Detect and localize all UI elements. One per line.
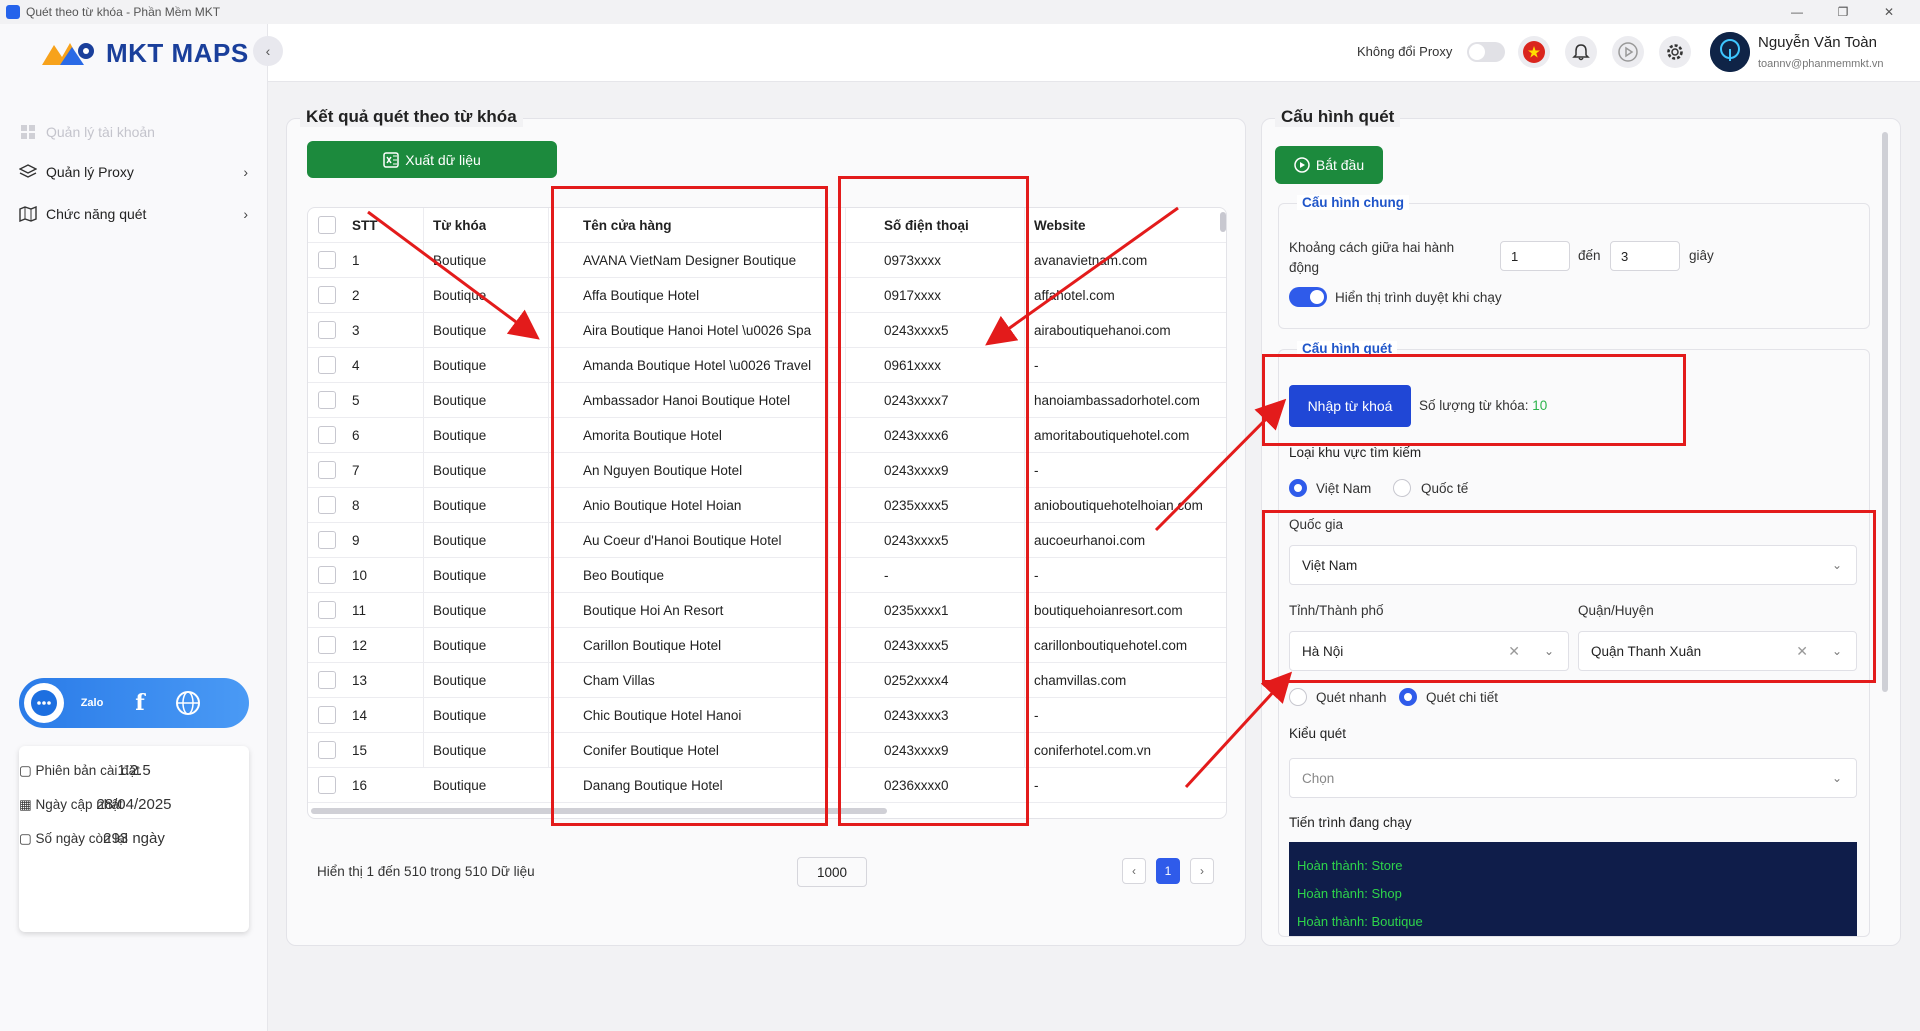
arrow-to-location (1184, 671, 1293, 789)
arrow-to-import (1154, 398, 1287, 532)
arrow-to-store-names (367, 210, 540, 340)
annotation-arrows (367, 206, 1293, 789)
arrow-to-phones (985, 206, 1179, 346)
